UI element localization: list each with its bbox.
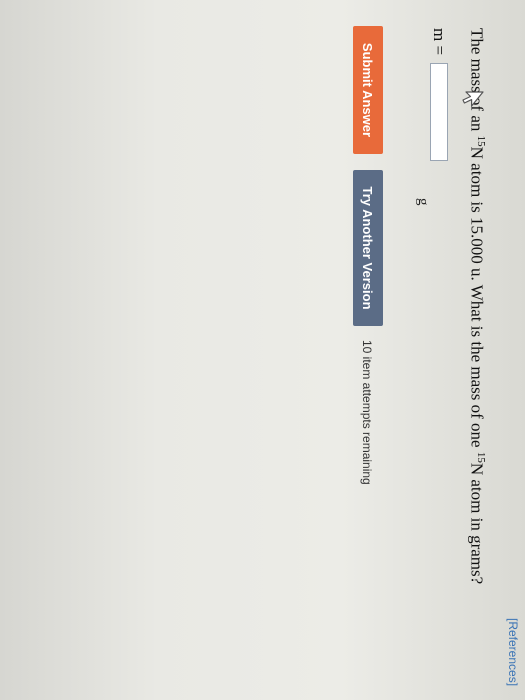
attempts-remaining: 10 item attempts remaining xyxy=(360,340,374,485)
question-part-3: atom in grams? xyxy=(467,475,487,585)
try-another-version-button[interactable]: Try Another Version xyxy=(353,170,383,326)
references-link[interactable]: [References] xyxy=(506,618,520,686)
question-text: The mass of an 15N atom is 15.000 u. Wha… xyxy=(466,28,487,584)
submit-answer-button[interactable]: Submit Answer xyxy=(353,26,383,154)
isotope-symbol-2: N xyxy=(467,462,487,476)
question-panel: [References] The mass of an 15N atom is … xyxy=(0,0,525,700)
question-part-1: The mass of an xyxy=(467,28,487,136)
isotope-symbol-1: N xyxy=(467,146,487,159)
isotope-mass-1: 15 xyxy=(475,135,487,147)
mass-answer-input[interactable] xyxy=(430,63,448,162)
answer-label: m = xyxy=(430,28,449,56)
unit-label: g xyxy=(415,198,431,206)
mouse-pointer-icon xyxy=(462,91,484,107)
isotope-mass-2: 15 xyxy=(475,451,487,463)
answer-row: m = xyxy=(429,28,449,162)
question-part-2: atom is 15.000 u. What is the mass of on… xyxy=(467,158,487,452)
